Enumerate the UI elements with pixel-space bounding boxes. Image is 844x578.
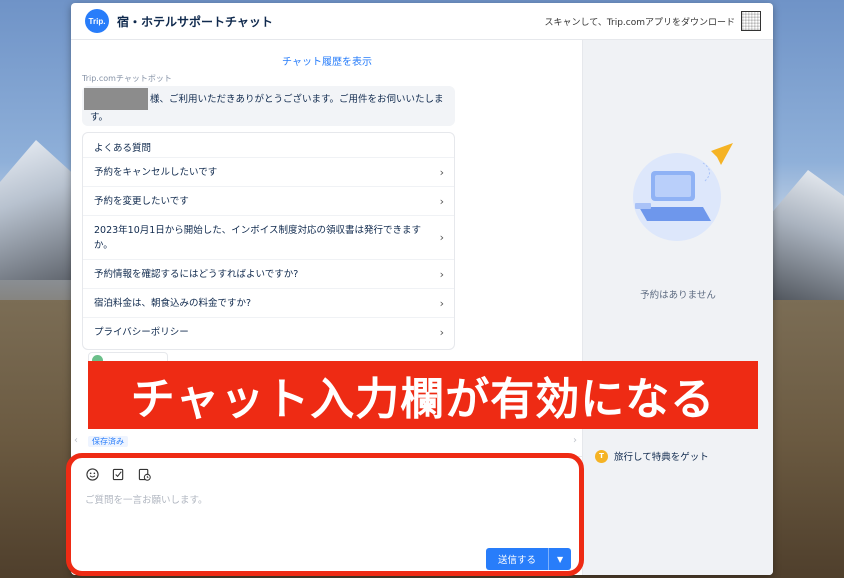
faq-item-privacy[interactable]: プライバシーポリシー › — [83, 317, 454, 346]
trip-logo: Trip. — [85, 9, 109, 33]
chevron-right-icon: › — [439, 267, 444, 281]
chevron-right-icon: › — [439, 296, 444, 310]
chevron-right-icon: › — [439, 325, 444, 339]
app-download-text: スキャンして、Trip.comアプリをダウンロード — [544, 17, 735, 28]
chevron-right-icon: › — [439, 231, 444, 244]
redacted-username — [84, 88, 148, 110]
faq-item-label: 2023年10月1日から開始した、インボイス制度対応の領収書は発行できますか。 — [94, 224, 422, 251]
input-highlight-box — [66, 453, 584, 576]
header-bar: Trip. 宿・ホテルサポートチャット スキャンして、Trip.comアプリをダ… — [71, 3, 773, 40]
app-download[interactable]: スキャンして、Trip.comアプリをダウンロード — [545, 11, 761, 31]
chat-history-link[interactable]: チャット履歴を表示 — [71, 53, 583, 68]
faq-item-label: 予約をキャンセルしたいです — [94, 166, 218, 178]
faq-item-change[interactable]: 予約を変更したいです › — [83, 186, 454, 215]
chevron-left-icon[interactable]: ‹ — [74, 435, 78, 446]
rewards-link[interactable]: T 旅行して特典をゲット — [595, 449, 709, 463]
no-reservations-text: 予約はありません — [640, 290, 716, 301]
faq-item-cancel[interactable]: 予約をキャンセルしたいです › — [83, 157, 454, 186]
quick-tags-row: ‹ 保存済み › — [71, 435, 583, 449]
faq-item-confirm[interactable]: 予約情報を確認するにはどうすればよいですか? › — [83, 259, 454, 288]
faq-item-invoice[interactable]: 2023年10月1日から開始した、インボイス制度対応の領収書は発行できますか。 … — [83, 215, 454, 259]
bot-name: Trip.comチャットボット — [82, 74, 172, 83]
faq-item-label: プライバシーポリシー — [94, 326, 189, 338]
reservation-sidebar: 予約はありません T 旅行して特典をゲット — [583, 40, 773, 575]
saved-tag[interactable]: 保存済み — [88, 436, 128, 447]
faq-item-breakfast[interactable]: 宿泊料金は、朝食込みの料金ですか? › — [83, 288, 454, 317]
faq-item-label: 予約情報を確認するにはどうすればよいですか? — [94, 268, 299, 280]
annotation-banner-text: チャット入力欄が有効になる — [130, 374, 716, 425]
chevron-right-icon[interactable]: › — [573, 435, 577, 446]
faq-card: よくある質問 予約をキャンセルしたいです › 予約を変更したいです › 2023… — [82, 132, 455, 350]
faq-title: よくある質問 — [94, 143, 152, 154]
chevron-right-icon: › — [439, 194, 444, 208]
faq-item-label: 宿泊料金は、朝食込みの料金ですか? — [94, 297, 252, 309]
coin-icon: T — [595, 449, 608, 463]
greeting-bubble: 様、ご利用いただきありがとうございます。ご用件をお伺いいたします。 — [82, 86, 455, 126]
laptop-illustration — [633, 143, 733, 241]
chevron-right-icon: › — [439, 165, 444, 179]
faq-item-label: 予約を変更したいです — [94, 195, 189, 207]
window-title: 宿・ホテルサポートチャット — [117, 14, 273, 29]
rewards-label: 旅行して特典をゲット — [614, 452, 709, 463]
background-mountain-right — [764, 170, 844, 300]
paper-plane-icon — [711, 143, 733, 165]
qr-code-icon — [741, 11, 761, 31]
annotation-banner: チャット入力欄が有効になる — [88, 361, 758, 429]
